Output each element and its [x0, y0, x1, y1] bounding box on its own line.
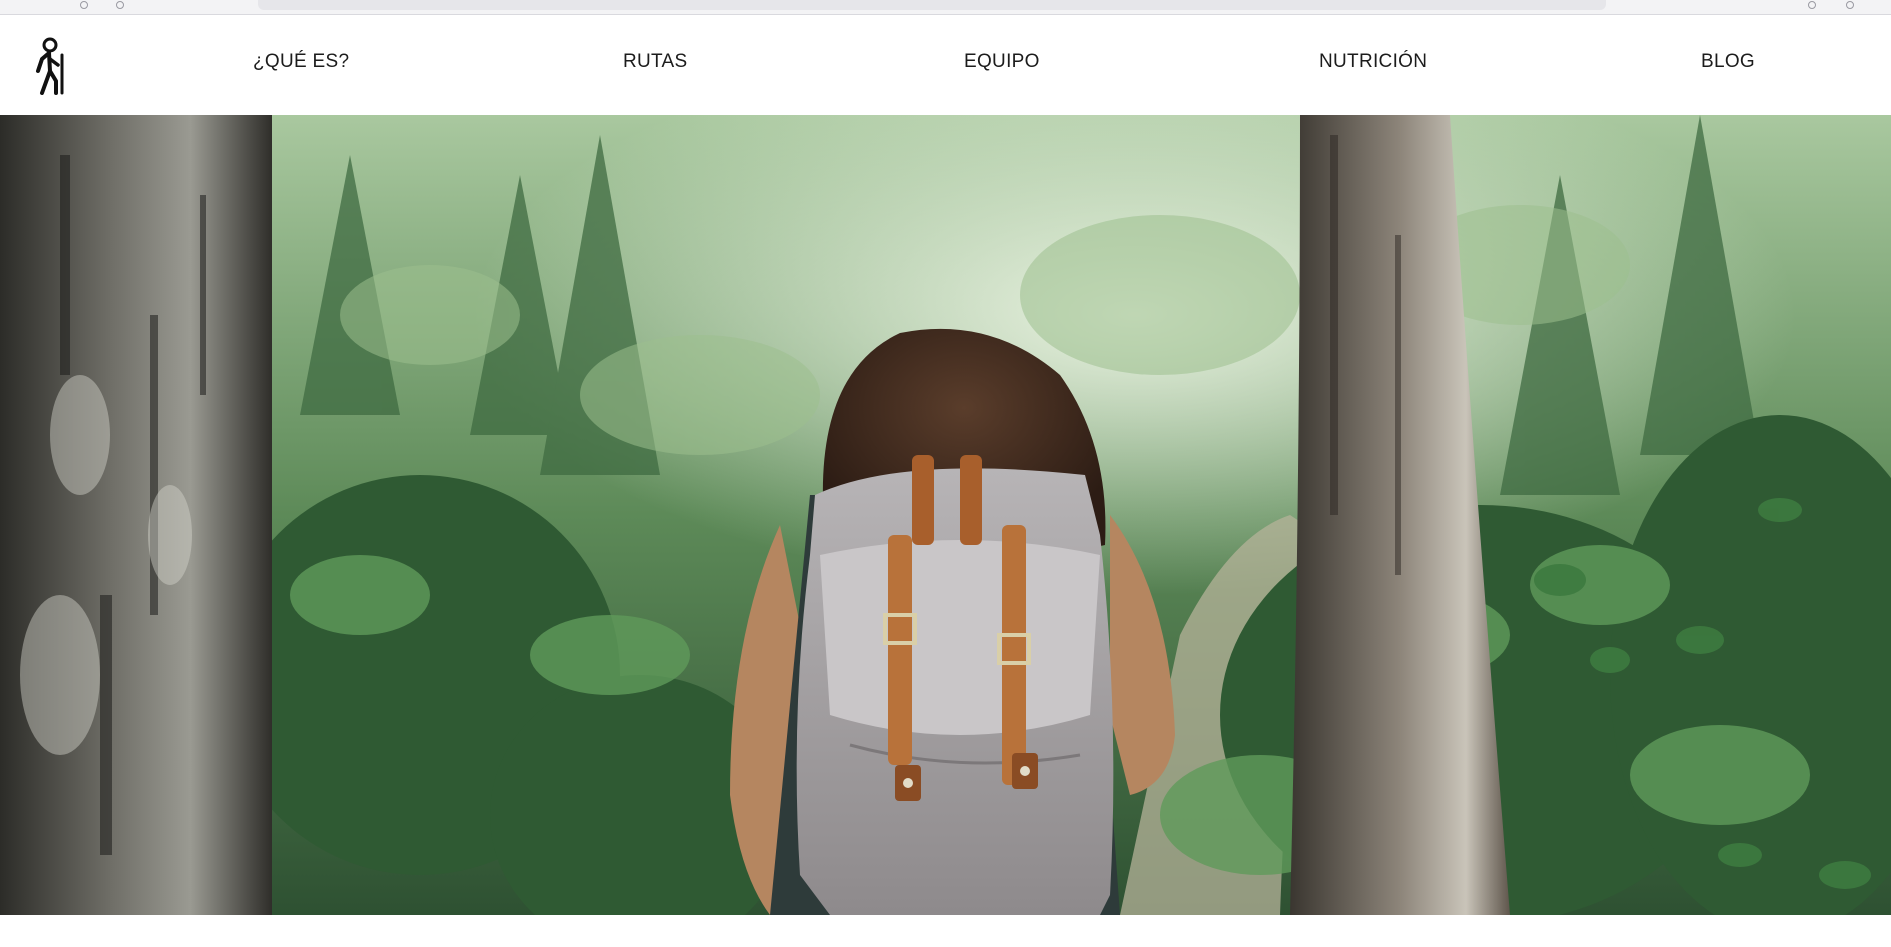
address-bar[interactable] — [258, 0, 1606, 10]
reload-icon[interactable] — [116, 1, 124, 9]
page-below-hero — [0, 915, 1891, 947]
settings-icon[interactable] — [1808, 1, 1816, 9]
nav-que-es[interactable]: ¿QUÉ ES? — [253, 51, 349, 73]
site-header: ¿QUÉ ES? RUTAS EQUIPO NUTRICIÓN BLOG — [0, 15, 1891, 115]
hiker-icon[interactable] — [26, 37, 72, 95]
hero-banner — [0, 115, 1891, 915]
nav-equipo[interactable]: EQUIPO — [964, 51, 1040, 73]
back-icon[interactable] — [80, 1, 88, 9]
nav-rutas[interactable]: RUTAS — [623, 51, 687, 73]
nav-nutricion[interactable]: NUTRICIÓN — [1319, 51, 1427, 73]
nav-blog[interactable]: BLOG — [1701, 51, 1755, 73]
hiker-in-forest-photo — [0, 115, 1891, 915]
menu-icon[interactable] — [1846, 1, 1854, 9]
browser-toolbar — [0, 0, 1891, 15]
